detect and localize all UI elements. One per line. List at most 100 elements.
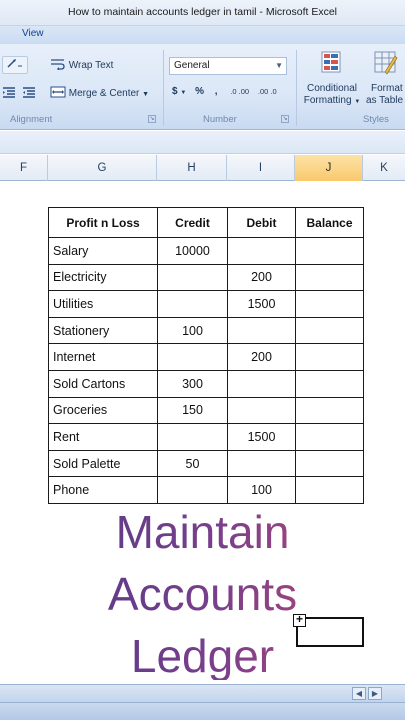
cell-item[interactable]: Rent	[48, 423, 158, 451]
ledger-header-row: Profit n Loss Credit Debit Balance	[48, 207, 364, 238]
cell-debit[interactable]: 100	[227, 476, 296, 504]
cell-item[interactable]: Electricity	[48, 263, 158, 292]
cell-credit[interactable]	[157, 423, 228, 451]
table-row: Sold Cartons 300	[48, 369, 364, 398]
column-header-row: F G H I J K	[0, 155, 405, 181]
cell-credit[interactable]: 100	[157, 316, 228, 345]
cell-debit[interactable]	[227, 237, 296, 265]
number-format-value: General	[174, 60, 210, 71]
cell-item[interactable]: Stationery	[48, 316, 158, 345]
format-as-table-label-1: Format	[371, 83, 403, 94]
cell-balance[interactable]	[295, 369, 364, 398]
cell-credit[interactable]	[157, 263, 228, 292]
merge-center-button[interactable]: Merge & Center ▼	[50, 86, 149, 101]
cell-balance[interactable]	[295, 476, 364, 504]
chevron-down-icon: ▼	[142, 91, 150, 99]
overlay-title-line-1: Maintain	[0, 508, 405, 556]
move-cursor-icon: +	[293, 613, 306, 627]
column-header-h[interactable]: H	[157, 155, 227, 181]
table-row: Phone 100	[48, 476, 364, 504]
cell-balance[interactable]	[295, 396, 364, 425]
cell-debit[interactable]: 200	[227, 343, 296, 371]
cell-debit[interactable]: 1500	[227, 290, 296, 318]
cell-item[interactable]: Sold Palette	[48, 449, 158, 478]
cell-item[interactable]: Utilities	[48, 290, 158, 318]
group-separator	[296, 50, 297, 126]
cell-credit[interactable]	[157, 343, 228, 371]
cell-balance[interactable]	[295, 290, 364, 318]
table-row: Stationery 100	[48, 316, 364, 345]
column-header-j[interactable]: J	[295, 155, 363, 181]
percent-button[interactable]: %	[195, 86, 204, 97]
cell-item[interactable]: Sold Cartons	[48, 369, 158, 398]
alignment-launcher-icon[interactable]: ↘	[148, 115, 156, 123]
header-debit[interactable]: Debit	[227, 207, 296, 238]
wrap-text-label: Wrap Text	[68, 60, 114, 72]
number-format-select[interactable]: General ▼	[169, 57, 287, 75]
conditional-formatting-button[interactable]: Conditional Formatting ▼	[301, 50, 363, 108]
formula-bar-area	[0, 131, 405, 154]
cell-debit[interactable]	[227, 369, 296, 398]
cell-item[interactable]: Groceries	[48, 396, 158, 425]
cell-item[interactable]: Phone	[48, 476, 158, 504]
cell-debit[interactable]	[227, 449, 296, 478]
horizontal-scrollbar[interactable]: ◀ ▶	[0, 684, 405, 702]
column-header-f[interactable]: F	[0, 155, 48, 181]
merge-icon	[50, 86, 66, 101]
header-profit-loss[interactable]: Profit n Loss	[48, 207, 158, 238]
group-separator	[163, 50, 164, 126]
cell-item[interactable]: Internet	[48, 343, 158, 371]
cell-item[interactable]: Salary	[48, 237, 158, 265]
column-header-i[interactable]: I	[227, 155, 295, 181]
cell-balance[interactable]	[295, 449, 364, 478]
increase-decimal-button[interactable]: .0 .00	[230, 87, 249, 96]
chevron-down-icon: ▼	[275, 61, 283, 70]
conditional-formatting-label-2: Formatting	[303, 95, 352, 106]
table-row: Utilities 1500	[48, 290, 364, 318]
ribbon-tab-strip: View	[0, 26, 405, 44]
cell-balance[interactable]	[295, 423, 364, 451]
cell-balance[interactable]	[295, 237, 364, 265]
currency-button[interactable]: $	[172, 86, 178, 97]
column-header-k[interactable]: K	[363, 155, 405, 181]
table-row: Internet 200	[48, 343, 364, 371]
wrap-text-button[interactable]: Wrap Text	[50, 58, 113, 73]
decrease-decimal-button[interactable]: .00 .0	[258, 87, 277, 96]
indent-buttons[interactable]	[2, 86, 38, 101]
cell-debit[interactable]	[227, 396, 296, 425]
status-bar	[0, 702, 405, 720]
cell-debit[interactable]: 200	[227, 263, 296, 292]
chevron-down-icon: ▼	[180, 90, 187, 96]
orientation-button[interactable]	[2, 56, 28, 74]
tab-view[interactable]: View	[22, 28, 44, 39]
cell-credit[interactable]	[157, 476, 228, 504]
comma-button[interactable]: ,	[215, 86, 218, 97]
cell-credit[interactable]: 50	[157, 449, 228, 478]
selected-cell[interactable]: +	[293, 613, 364, 647]
format-as-table-button[interactable]: Format as Table	[365, 50, 405, 107]
merge-center-label: Merge & Center	[68, 88, 140, 100]
cell-debit[interactable]: 1500	[227, 423, 296, 451]
cell-credit[interactable]: 10000	[157, 237, 228, 265]
group-label-number: Number	[203, 114, 237, 125]
cell-credit[interactable]	[157, 290, 228, 318]
column-header-g[interactable]: G	[48, 155, 157, 181]
format-table-icon	[373, 50, 399, 80]
cell-credit[interactable]: 300	[157, 369, 228, 398]
cell-debit[interactable]	[227, 316, 296, 345]
table-row: Salary 10000	[48, 237, 364, 265]
cell-balance[interactable]	[295, 316, 364, 345]
cell-balance[interactable]	[295, 343, 364, 371]
cell-credit[interactable]: 150	[157, 396, 228, 425]
scroll-left-icon[interactable]: ◀	[352, 687, 366, 700]
ledger-table: Profit n Loss Credit Debit Balance Salar…	[48, 207, 364, 504]
number-launcher-icon[interactable]: ↘	[281, 115, 289, 123]
format-as-table-label-2: as Table	[366, 95, 404, 106]
conditional-formatting-label-1: Conditional	[306, 83, 358, 94]
cell-balance[interactable]	[295, 263, 364, 292]
orientation-icon	[7, 57, 23, 75]
table-row: Rent 1500	[48, 423, 364, 451]
scroll-right-icon[interactable]: ▶	[368, 687, 382, 700]
header-balance[interactable]: Balance	[295, 207, 364, 238]
header-credit[interactable]: Credit	[157, 207, 228, 238]
